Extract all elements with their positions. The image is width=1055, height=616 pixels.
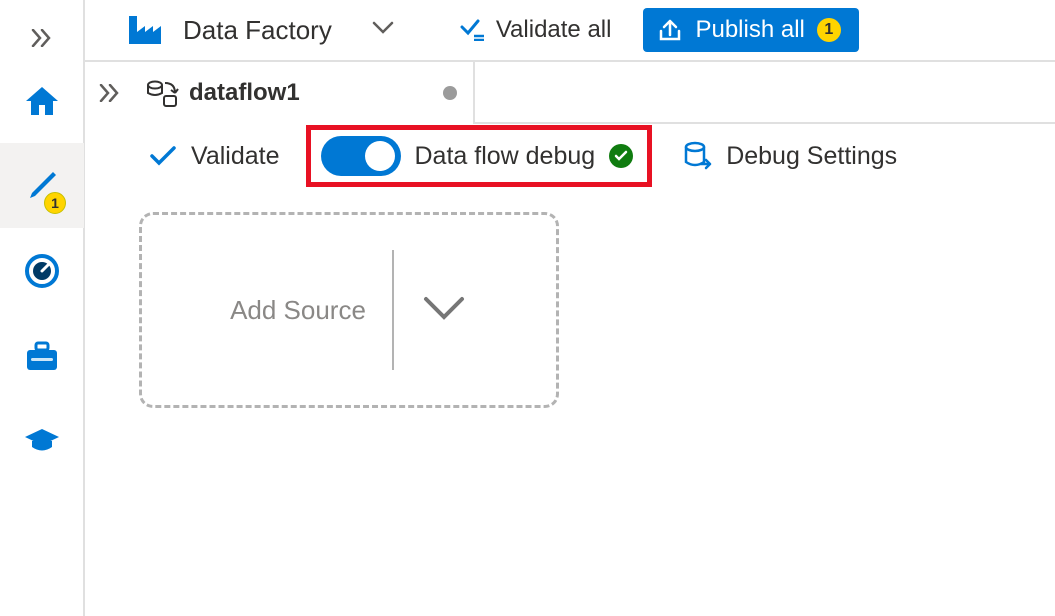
publish-icon <box>657 17 683 43</box>
publish-all-button[interactable]: Publish all 1 <box>643 8 858 52</box>
nav-author[interactable]: 1 <box>0 143 84 228</box>
gauge-icon <box>23 252 61 290</box>
tab-row: dataflow1 <box>85 62 1055 124</box>
main-area: Data Factory Validate all Publish all 1 <box>85 0 1055 616</box>
validate-button[interactable]: Validate <box>149 142 280 171</box>
debug-status-icon <box>609 144 633 168</box>
dataflow-icon <box>145 76 179 110</box>
validate-all-button[interactable]: Validate all <box>460 16 612 44</box>
debug-toggle[interactable] <box>321 136 401 176</box>
tab-title: dataflow1 <box>189 79 300 107</box>
checkmark-list-icon <box>460 19 486 41</box>
workspace-title: Data Factory <box>183 15 332 46</box>
chevron-right-double-icon <box>31 29 53 47</box>
validate-label: Validate <box>191 142 280 171</box>
debug-label: Data flow debug <box>415 142 596 171</box>
publish-count-badge: 1 <box>817 18 841 42</box>
publish-all-label: Publish all <box>695 16 804 44</box>
debug-settings-label: Debug Settings <box>726 142 897 171</box>
debug-toggle-highlight: Data flow debug <box>306 125 653 187</box>
dataflow-canvas[interactable]: Add Source <box>85 188 1055 616</box>
factory-icon <box>125 10 165 50</box>
nav-learn[interactable] <box>0 398 84 483</box>
checkmark-icon <box>149 145 177 167</box>
chevron-right-double-icon <box>99 84 121 102</box>
nav-home[interactable] <box>0 58 84 143</box>
chevron-down-icon <box>372 21 394 35</box>
tab-strip-empty <box>475 62 1055 124</box>
home-icon <box>22 81 62 121</box>
dataflow-toolbar: Validate Data flow debug Debug Settings <box>85 124 1055 188</box>
workspace-dropdown[interactable] <box>372 21 394 40</box>
left-rail: 1 <box>0 0 85 616</box>
add-source-label: Add Source <box>230 295 366 326</box>
tab-dataflow1[interactable]: dataflow1 <box>135 62 475 124</box>
graduation-cap-icon <box>23 427 61 455</box>
expand-nav-button[interactable] <box>0 18 84 58</box>
nav-manage[interactable] <box>0 313 84 398</box>
debug-settings-icon <box>682 140 712 172</box>
expand-tree-button[interactable] <box>85 62 135 124</box>
divider <box>392 250 394 370</box>
validate-all-label: Validate all <box>496 16 612 44</box>
author-badge: 1 <box>44 192 66 214</box>
debug-settings-button[interactable]: Debug Settings <box>682 140 897 172</box>
chevron-down-icon[interactable] <box>420 295 468 325</box>
add-source-node[interactable]: Add Source <box>139 212 559 408</box>
toggle-knob <box>365 141 395 171</box>
dirty-indicator-icon <box>443 86 457 100</box>
top-toolbar: Data Factory Validate all Publish all 1 <box>85 0 1055 62</box>
toolbox-icon <box>24 339 60 373</box>
nav-monitor[interactable] <box>0 228 84 313</box>
